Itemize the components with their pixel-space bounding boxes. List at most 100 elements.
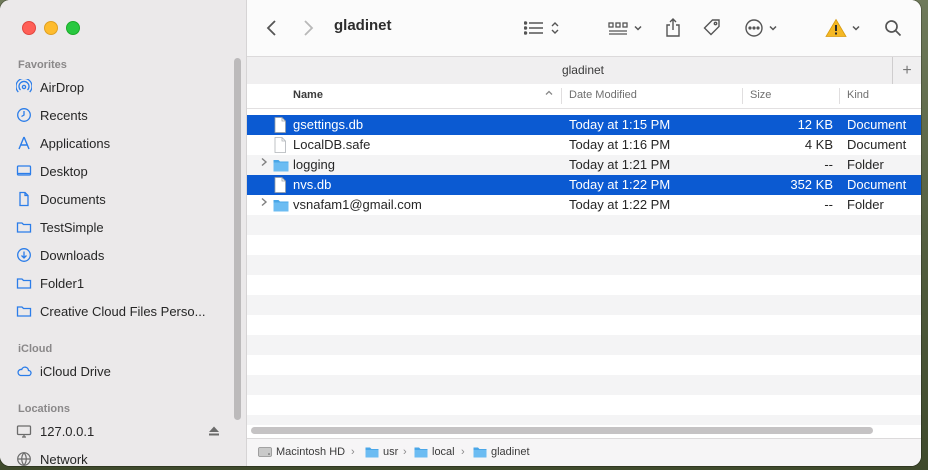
column-divider[interactable]: [742, 88, 743, 104]
search-button[interactable]: [884, 16, 902, 40]
tab-title[interactable]: gladinet: [247, 63, 919, 77]
path-separator-chevron-icon: ›: [403, 446, 407, 458]
sidebar-item-label: AirDrop: [40, 79, 85, 95]
eject-icon[interactable]: [208, 425, 220, 437]
chevron-left-icon: [266, 20, 276, 36]
group-button[interactable]: [608, 16, 643, 40]
file-kind: Folder: [847, 157, 884, 172]
file-name: LocalDB.safe: [293, 137, 371, 152]
minimize-button[interactable]: [44, 21, 58, 35]
new-tab-button[interactable]: +: [892, 57, 921, 84]
column-header-bar: Name Date Modified Size Kind: [247, 84, 921, 109]
path-item-macintosh-hd[interactable]: Macintosh HD: [258, 446, 345, 458]
column-header-size[interactable]: Size: [750, 89, 771, 101]
warning-menu-button[interactable]: [825, 16, 861, 40]
zoom-button[interactable]: [66, 21, 80, 35]
sidebar-item-label: Folder1: [40, 275, 85, 291]
folder-icon: [365, 447, 379, 458]
file-row-vsnafam1[interactable]: vsnafam1@gmail.com Today at 1:22 PM -- F…: [247, 195, 921, 215]
folder-icon: [16, 303, 32, 319]
file-name: logging: [293, 157, 335, 172]
file-row-localdb[interactable]: LocalDB.safe Today at 1:16 PM 4 KB Docum…: [247, 135, 921, 155]
disclosure-chevron-icon[interactable]: [260, 197, 268, 210]
file-name: vsnafam1@gmail.com: [293, 197, 422, 212]
desktop-icon: [16, 163, 32, 179]
column-header-name[interactable]: Name: [293, 89, 323, 101]
sidebar-item-folder1[interactable]: Folder1: [16, 270, 231, 296]
close-button[interactable]: [22, 21, 36, 35]
warning-icon: [825, 18, 847, 37]
tag-icon: [703, 19, 720, 36]
column-header-kind[interactable]: Kind: [847, 89, 869, 101]
sidebar-item-label: Desktop: [40, 163, 88, 179]
document-file-icon: [273, 137, 289, 153]
sidebar-item-desktop[interactable]: Desktop: [16, 158, 231, 184]
column-divider[interactable]: [561, 88, 562, 104]
file-size: --: [824, 197, 833, 212]
cloud-icon: [16, 363, 32, 379]
horizontal-scrollbar[interactable]: [251, 427, 873, 434]
file-row-gsettings[interactable]: gsettings.db Today at 1:15 PM 12 KB Docu…: [247, 115, 921, 135]
path-separator-chevron-icon: ›: [351, 446, 355, 458]
sidebar-item-label: Network: [40, 451, 88, 467]
column-divider[interactable]: [839, 88, 840, 104]
empty-row: [247, 375, 921, 395]
sidebar-item-network[interactable]: Network: [16, 446, 231, 466]
file-name: gsettings.db: [293, 117, 364, 132]
finder-window: Favorites AirDrop Recents Applications D…: [0, 0, 921, 466]
locations-header: Locations: [18, 403, 70, 415]
document-icon: [16, 191, 32, 207]
clock-icon: [16, 107, 32, 123]
sidebar: Favorites AirDrop Recents Applications D…: [0, 0, 247, 466]
list-view-icon: [524, 21, 543, 35]
file-date: Today at 1:15 PM: [569, 117, 671, 132]
empty-row: [247, 215, 921, 235]
back-button[interactable]: [265, 16, 279, 40]
file-row-nvs[interactable]: nvs.db Today at 1:22 PM 352 KB Document: [247, 175, 921, 195]
disclosure-chevron-icon[interactable]: [260, 157, 268, 170]
sidebar-item-icloud-drive[interactable]: iCloud Drive: [16, 358, 231, 384]
sidebar-item-creative-cloud[interactable]: Creative Cloud Files Perso...: [16, 298, 231, 324]
network-icon: [16, 451, 32, 466]
chevron-down-icon: [769, 25, 777, 31]
action-button[interactable]: [744, 16, 778, 40]
sidebar-scrollbar[interactable]: [234, 58, 241, 420]
favorites-header: Favorites: [18, 59, 67, 71]
view-options-button[interactable]: [524, 16, 560, 40]
path-item-local[interactable]: local: [414, 446, 455, 458]
plus-icon: +: [902, 61, 912, 79]
sidebar-item-testsimple[interactable]: TestSimple: [16, 214, 231, 240]
file-kind: Document: [847, 117, 907, 132]
empty-row: [247, 295, 921, 315]
download-icon: [16, 247, 32, 263]
sidebar-item-documents[interactable]: Documents: [16, 186, 231, 212]
column-header-date[interactable]: Date Modified: [569, 89, 637, 101]
file-date: Today at 1:21 PM: [569, 157, 671, 172]
file-date: Today at 1:16 PM: [569, 137, 671, 152]
sidebar-item-label: 127.0.0.1: [40, 423, 95, 439]
file-size: 12 KB: [797, 117, 833, 132]
sidebar-item-downloads[interactable]: Downloads: [16, 242, 231, 268]
file-row-logging[interactable]: logging Today at 1:21 PM -- Folder: [247, 155, 921, 175]
folder-icon: [273, 157, 289, 173]
path-item-gladinet[interactable]: gladinet: [473, 446, 530, 458]
document-file-icon: [273, 177, 289, 193]
sidebar-item-applications[interactable]: Applications: [16, 130, 231, 156]
sidebar-item-label: Downloads: [40, 247, 105, 263]
document-file-icon: [273, 117, 289, 133]
tags-button[interactable]: [702, 16, 722, 40]
sort-chevron-up-icon: [544, 88, 554, 101]
toolbar: gladinet: [247, 0, 921, 56]
sidebar-item-recents[interactable]: Recents: [16, 102, 231, 128]
folder-icon: [414, 447, 428, 458]
share-button[interactable]: [664, 16, 682, 40]
chevron-down-icon: [634, 25, 642, 31]
sidebar-item-airdrop[interactable]: AirDrop: [16, 74, 231, 100]
file-size: --: [824, 157, 833, 172]
icloud-header: iCloud: [18, 343, 53, 355]
airdrop-icon: [16, 79, 32, 95]
path-item-usr[interactable]: usr: [365, 446, 398, 458]
folder-icon: [16, 219, 32, 235]
forward-button[interactable]: [301, 16, 315, 40]
sidebar-item-127-0-0-1[interactable]: 127.0.0.1: [16, 418, 231, 444]
